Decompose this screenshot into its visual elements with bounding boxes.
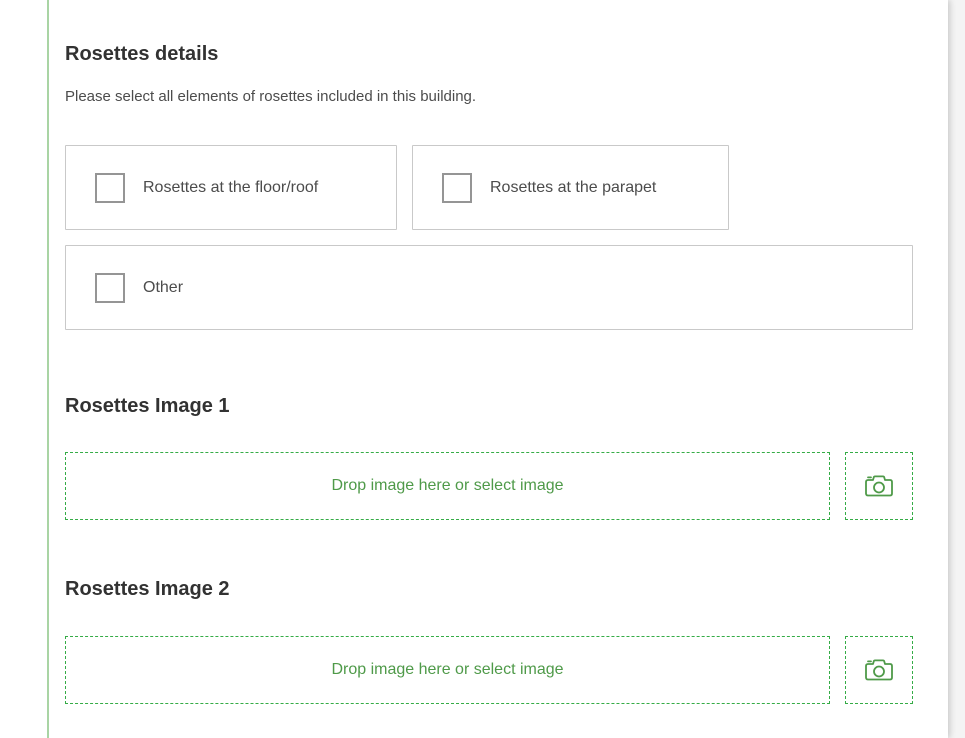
checkbox-rosettes-parapet[interactable] <box>442 172 472 203</box>
image-2-dropzone-text: Drop image here or select image <box>331 661 564 678</box>
option-rosettes-parapet[interactable]: Rosettes at the parapet <box>412 145 729 230</box>
option-other[interactable]: Other <box>65 245 913 330</box>
camera-icon <box>865 659 893 681</box>
rosettes-image-2-title: Rosettes Image 2 <box>65 578 230 600</box>
rosettes-image-1-title: Rosettes Image 1 <box>65 395 230 417</box>
rosettes-details-description: Please select all elements of rosettes i… <box>65 88 477 105</box>
section-accent-line <box>47 0 49 738</box>
image-1-dropzone-text: Drop image here or select image <box>331 477 564 494</box>
option-label-other: Other <box>143 278 184 296</box>
image-1-camera-button[interactable] <box>845 452 913 520</box>
camera-icon <box>865 475 893 497</box>
option-rosettes-floor-roof[interactable]: Rosettes at the floor/roof <box>65 145 397 230</box>
image-2-dropzone[interactable]: Drop image here or select image <box>65 636 830 704</box>
form-panel: Rosettes details Please select all eleme… <box>0 0 948 738</box>
option-label-rosettes-parapet: Rosettes at the parapet <box>490 178 657 196</box>
image-1-dropzone[interactable]: Drop image here or select image <box>65 452 830 520</box>
checkbox-other[interactable] <box>95 272 125 303</box>
option-label-rosettes-floor-roof: Rosettes at the floor/roof <box>143 178 319 196</box>
rosettes-details-title: Rosettes details <box>65 43 219 65</box>
image-2-camera-button[interactable] <box>845 636 913 704</box>
checkbox-rosettes-floor-roof[interactable] <box>95 172 125 203</box>
